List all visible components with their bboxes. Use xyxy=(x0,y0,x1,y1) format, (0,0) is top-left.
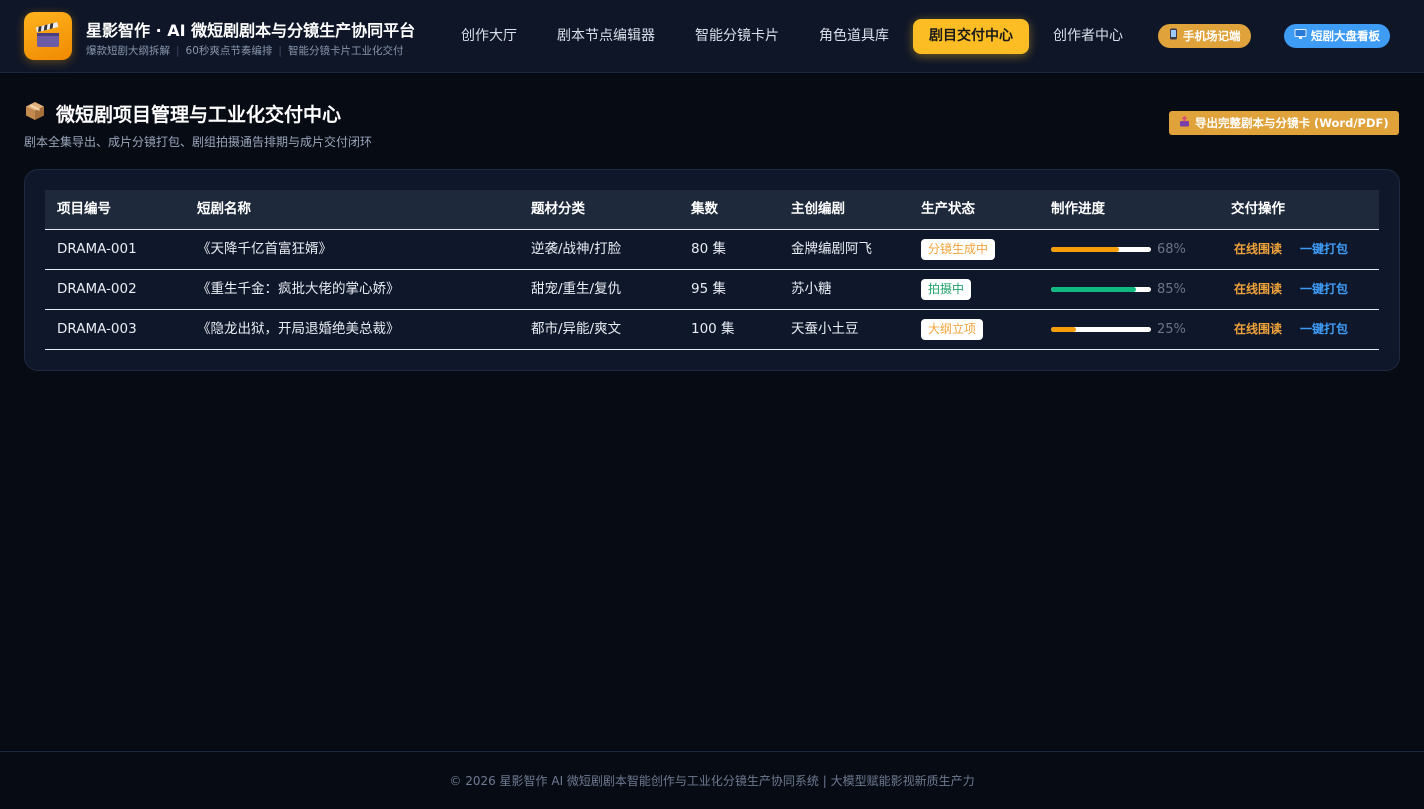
dashboard-label: 短剧大盘看板 xyxy=(1311,29,1380,43)
status-badge: 拍摄中 xyxy=(921,279,972,300)
phone-icon xyxy=(1168,24,1179,48)
monitor-icon xyxy=(1294,24,1307,48)
project-table-card: 项目编号 短剧名称 题材分类 集数 主创编剧 生产状态 制作进度 交付操作 DR… xyxy=(24,169,1400,371)
column-header: 制作进度 xyxy=(1051,201,1105,217)
lead-writer: 金牌编剧阿飞 xyxy=(791,241,872,257)
subtitle-part: 爆款短剧大纲拆解 xyxy=(86,45,170,57)
export-icon xyxy=(1179,116,1190,130)
mobile-field-label: 手机场记端 xyxy=(1183,29,1241,43)
table-row: DRAMA-002 《重生千金：疯批大佬的掌心娇》 甜宠/重生/复仇 95 集 … xyxy=(45,270,1379,310)
progress-fill xyxy=(1051,247,1119,252)
status-badge: 分镜生成中 xyxy=(921,239,996,260)
app-title: 星影智作 · AI 微短剧剧本与分镜生产协同平台 xyxy=(86,21,416,40)
lead-writer: 苏小糖 xyxy=(791,281,832,297)
online-read-button[interactable]: 在线围读 xyxy=(1234,270,1282,309)
progress-fill xyxy=(1051,287,1136,292)
subtitle-part: 智能分镜卡片工业化交付 xyxy=(287,45,404,57)
table-row: DRAMA-001 《天降千亿首富狂婿》 逆袭/战神/打脸 80 集 金牌编剧阿… xyxy=(45,230,1379,270)
export-script-button[interactable]: 导出完整剧本与分镜卡 (Word/PDF) xyxy=(1169,111,1399,135)
column-header: 集数 xyxy=(691,201,718,217)
column-header: 短剧名称 xyxy=(197,201,251,217)
table-row: DRAMA-003 《隐龙出狱，开局退婚绝美总裁》 都市/异能/爽文 100 集… xyxy=(45,310,1379,350)
top-header: 星影智作 · AI 微短剧剧本与分镜生产协同平台 爆款短剧大纲拆解 | 60秒爽… xyxy=(0,0,1424,73)
project-id: DRAMA-003 xyxy=(57,321,137,337)
nav-delivery-center[interactable]: 剧目交付中心 xyxy=(913,19,1029,54)
column-header: 生产状态 xyxy=(921,201,975,217)
column-header: 题材分类 xyxy=(531,201,585,217)
progress-fill xyxy=(1051,327,1076,332)
project-id: DRAMA-001 xyxy=(57,241,137,257)
page-footer: © 2026 星影智作 AI 微短剧剧本智能创作与工业化分镜生产协同系统 | 大… xyxy=(0,751,1424,809)
one-click-pack-button[interactable]: 一键打包 xyxy=(1300,310,1348,349)
export-button-label: 导出完整剧本与分镜卡 (Word/PDF) xyxy=(1195,116,1389,130)
page-title-text: 微短剧项目管理与工业化交付中心 xyxy=(56,104,342,126)
lead-writer: 天蚕小土豆 xyxy=(791,321,859,337)
column-header: 主创编剧 xyxy=(791,201,845,217)
one-click-pack-button[interactable]: 一键打包 xyxy=(1300,270,1348,309)
episode-count: 95 集 xyxy=(691,281,726,297)
nav-character-props[interactable]: 角色道具库 xyxy=(806,19,902,54)
mobile-field-button[interactable]: 手机场记端 xyxy=(1158,24,1251,48)
subtitle-divider: | xyxy=(278,44,282,57)
progress-percent: 68% xyxy=(1157,242,1186,257)
progress-percent: 85% xyxy=(1157,282,1186,297)
page-subtitle: 剧本全集导出、成片分镜打包、剧组拍摄通告排期与成片交付闭环 xyxy=(24,135,373,149)
column-header: 交付操作 xyxy=(1231,201,1285,217)
subtitle-divider: | xyxy=(176,44,180,57)
project-table: 项目编号 短剧名称 题材分类 集数 主创编剧 生产状态 制作进度 交付操作 DR… xyxy=(45,190,1379,350)
nav-creator-center[interactable]: 创作者中心 xyxy=(1040,19,1136,54)
dashboard-button[interactable]: 短剧大盘看板 xyxy=(1284,24,1390,48)
progress-bar xyxy=(1051,287,1151,292)
progress-bar xyxy=(1051,327,1151,332)
column-header: 项目编号 xyxy=(57,201,111,217)
genre: 逆袭/战神/打脸 xyxy=(531,241,622,257)
app-subtitle: 爆款短剧大纲拆解 | 60秒爽点节奏编排 | 智能分镜卡片工业化交付 xyxy=(86,43,403,58)
project-id: DRAMA-002 xyxy=(57,281,137,297)
online-read-button[interactable]: 在线围读 xyxy=(1234,310,1282,349)
clapperboard-icon[interactable] xyxy=(24,12,72,60)
status-badge: 大纲立项 xyxy=(921,319,984,340)
drama-name: 《天降千亿首富狂婿》 xyxy=(197,241,332,257)
package-icon xyxy=(24,100,46,127)
genre: 甜宠/重生/复仇 xyxy=(531,281,622,297)
page-title: 微短剧项目管理与工业化交付中心 xyxy=(24,100,341,127)
table-header: 项目编号 短剧名称 题材分类 集数 主创编剧 生产状态 制作进度 交付操作 xyxy=(45,190,1379,230)
progress-percent: 25% xyxy=(1157,322,1186,337)
genre: 都市/异能/爽文 xyxy=(531,321,622,337)
nav-script-node-editor[interactable]: 剧本节点编辑器 xyxy=(545,19,667,54)
episode-count: 100 集 xyxy=(691,321,735,337)
nav-creation-hall[interactable]: 创作大厅 xyxy=(445,19,533,54)
drama-name: 《重生千金：疯批大佬的掌心娇》 xyxy=(197,281,400,297)
nav-storyboard-cards[interactable]: 智能分镜卡片 xyxy=(683,19,791,54)
episode-count: 80 集 xyxy=(691,241,726,257)
drama-name: 《隐龙出狱，开局退婚绝美总裁》 xyxy=(197,321,400,337)
one-click-pack-button[interactable]: 一键打包 xyxy=(1300,230,1348,269)
progress-bar xyxy=(1051,247,1151,252)
online-read-button[interactable]: 在线围读 xyxy=(1234,230,1282,269)
subtitle-part: 60秒爽点节奏编排 xyxy=(185,45,273,57)
